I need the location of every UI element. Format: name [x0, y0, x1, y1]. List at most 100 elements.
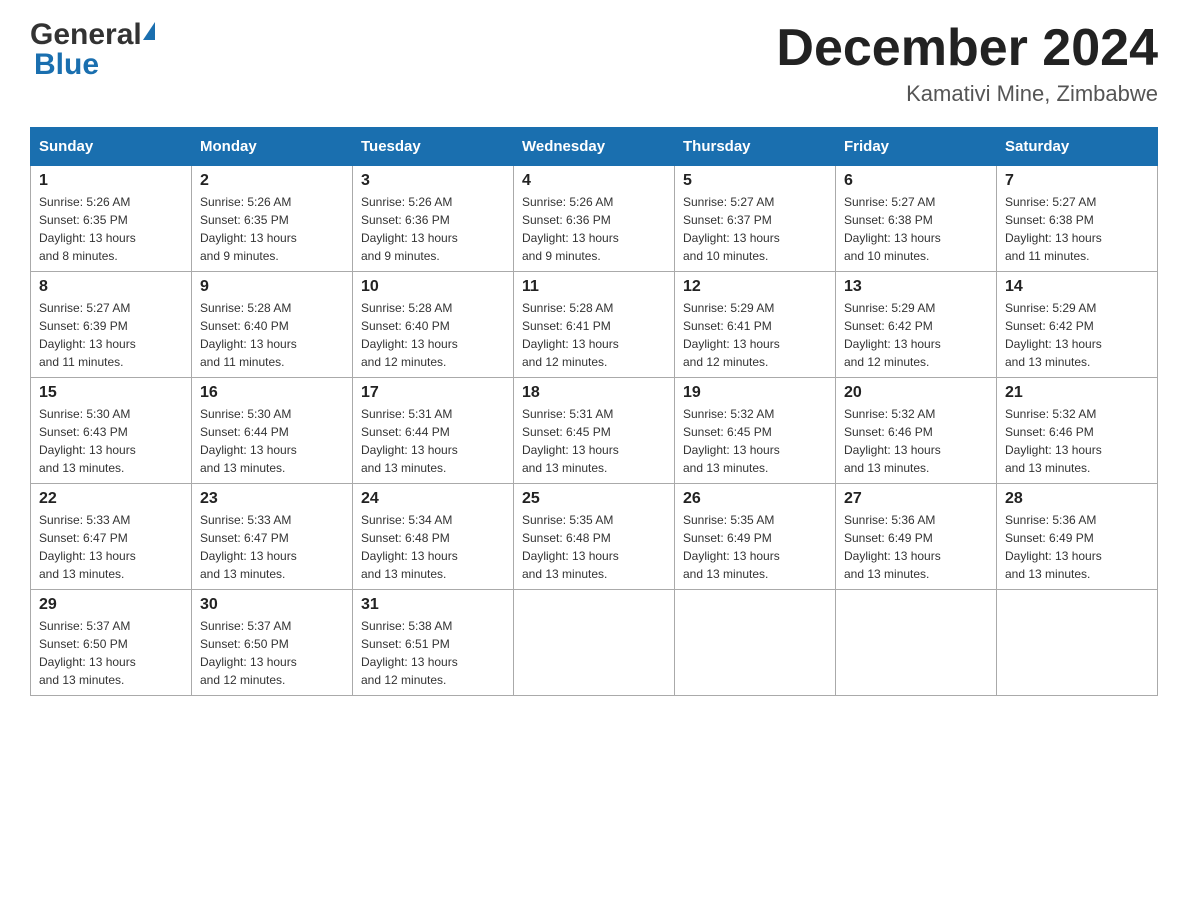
day-info: Sunrise: 5:32 AM Sunset: 6:46 PM Dayligh…: [1005, 405, 1149, 477]
day-number: 25: [522, 490, 666, 508]
calendar-cell: 22 Sunrise: 5:33 AM Sunset: 6:47 PM Dayl…: [31, 484, 192, 590]
day-number: 23: [200, 490, 344, 508]
day-number: 11: [522, 278, 666, 296]
calendar-cell: 13 Sunrise: 5:29 AM Sunset: 6:42 PM Dayl…: [836, 272, 997, 378]
day-info: Sunrise: 5:26 AM Sunset: 6:36 PM Dayligh…: [522, 193, 666, 265]
day-info: Sunrise: 5:34 AM Sunset: 6:48 PM Dayligh…: [361, 511, 505, 583]
calendar-cell: 31 Sunrise: 5:38 AM Sunset: 6:51 PM Dayl…: [353, 590, 514, 696]
calendar-cell: 18 Sunrise: 5:31 AM Sunset: 6:45 PM Dayl…: [514, 378, 675, 484]
title-block: December 2024 Kamativi Mine, Zimbabwe: [776, 20, 1158, 107]
day-number: 27: [844, 490, 988, 508]
calendar-cell: 2 Sunrise: 5:26 AM Sunset: 6:35 PM Dayli…: [192, 166, 353, 272]
day-number: 28: [1005, 490, 1149, 508]
day-info: Sunrise: 5:26 AM Sunset: 6:35 PM Dayligh…: [200, 193, 344, 265]
calendar-cell: 14 Sunrise: 5:29 AM Sunset: 6:42 PM Dayl…: [997, 272, 1158, 378]
day-number: 26: [683, 490, 827, 508]
calendar-cell: 21 Sunrise: 5:32 AM Sunset: 6:46 PM Dayl…: [997, 378, 1158, 484]
day-info: Sunrise: 5:27 AM Sunset: 6:38 PM Dayligh…: [1005, 193, 1149, 265]
day-info: Sunrise: 5:29 AM Sunset: 6:42 PM Dayligh…: [1005, 299, 1149, 371]
calendar-cell: 7 Sunrise: 5:27 AM Sunset: 6:38 PM Dayli…: [997, 166, 1158, 272]
calendar-cell: 17 Sunrise: 5:31 AM Sunset: 6:44 PM Dayl…: [353, 378, 514, 484]
day-info: Sunrise: 5:27 AM Sunset: 6:38 PM Dayligh…: [844, 193, 988, 265]
day-number: 8: [39, 278, 183, 296]
calendar-header-wednesday: Wednesday: [514, 128, 675, 166]
day-number: 1: [39, 172, 183, 190]
day-number: 15: [39, 384, 183, 402]
day-info: Sunrise: 5:31 AM Sunset: 6:44 PM Dayligh…: [361, 405, 505, 477]
day-number: 22: [39, 490, 183, 508]
calendar-week-row: 1 Sunrise: 5:26 AM Sunset: 6:35 PM Dayli…: [31, 166, 1158, 272]
day-number: 4: [522, 172, 666, 190]
calendar-cell: 8 Sunrise: 5:27 AM Sunset: 6:39 PM Dayli…: [31, 272, 192, 378]
calendar-cell: 20 Sunrise: 5:32 AM Sunset: 6:46 PM Dayl…: [836, 378, 997, 484]
logo: General Blue: [30, 20, 155, 80]
calendar-table: SundayMondayTuesdayWednesdayThursdayFrid…: [30, 127, 1158, 696]
day-info: Sunrise: 5:30 AM Sunset: 6:43 PM Dayligh…: [39, 405, 183, 477]
calendar-header-sunday: Sunday: [31, 128, 192, 166]
day-info: Sunrise: 5:33 AM Sunset: 6:47 PM Dayligh…: [39, 511, 183, 583]
day-number: 30: [200, 596, 344, 614]
day-info: Sunrise: 5:37 AM Sunset: 6:50 PM Dayligh…: [39, 617, 183, 689]
logo-blue-text: Blue: [34, 48, 99, 81]
calendar-cell: 1 Sunrise: 5:26 AM Sunset: 6:35 PM Dayli…: [31, 166, 192, 272]
month-title: December 2024: [776, 20, 1158, 77]
day-number: 31: [361, 596, 505, 614]
calendar-cell: 11 Sunrise: 5:28 AM Sunset: 6:41 PM Dayl…: [514, 272, 675, 378]
day-info: Sunrise: 5:28 AM Sunset: 6:40 PM Dayligh…: [200, 299, 344, 371]
day-info: Sunrise: 5:29 AM Sunset: 6:42 PM Dayligh…: [844, 299, 988, 371]
day-number: 19: [683, 384, 827, 402]
calendar-header-tuesday: Tuesday: [353, 128, 514, 166]
calendar-cell: 10 Sunrise: 5:28 AM Sunset: 6:40 PM Dayl…: [353, 272, 514, 378]
calendar-cell: [997, 590, 1158, 696]
calendar-cell: 3 Sunrise: 5:26 AM Sunset: 6:36 PM Dayli…: [353, 166, 514, 272]
calendar-week-row: 29 Sunrise: 5:37 AM Sunset: 6:50 PM Dayl…: [31, 590, 1158, 696]
calendar-cell: 4 Sunrise: 5:26 AM Sunset: 6:36 PM Dayli…: [514, 166, 675, 272]
day-number: 14: [1005, 278, 1149, 296]
calendar-cell: 29 Sunrise: 5:37 AM Sunset: 6:50 PM Dayl…: [31, 590, 192, 696]
day-number: 21: [1005, 384, 1149, 402]
day-info: Sunrise: 5:26 AM Sunset: 6:36 PM Dayligh…: [361, 193, 505, 265]
day-number: 13: [844, 278, 988, 296]
calendar-week-row: 15 Sunrise: 5:30 AM Sunset: 6:43 PM Dayl…: [31, 378, 1158, 484]
calendar-cell: 16 Sunrise: 5:30 AM Sunset: 6:44 PM Dayl…: [192, 378, 353, 484]
calendar-cell: [836, 590, 997, 696]
page-header: General Blue December 2024 Kamativi Mine…: [30, 20, 1158, 107]
calendar-cell: 12 Sunrise: 5:29 AM Sunset: 6:41 PM Dayl…: [675, 272, 836, 378]
calendar-cell: 6 Sunrise: 5:27 AM Sunset: 6:38 PM Dayli…: [836, 166, 997, 272]
logo-general-text: General: [30, 20, 142, 50]
calendar-cell: 24 Sunrise: 5:34 AM Sunset: 6:48 PM Dayl…: [353, 484, 514, 590]
calendar-cell: 23 Sunrise: 5:33 AM Sunset: 6:47 PM Dayl…: [192, 484, 353, 590]
calendar-cell: 26 Sunrise: 5:35 AM Sunset: 6:49 PM Dayl…: [675, 484, 836, 590]
calendar-cell: [514, 590, 675, 696]
day-number: 12: [683, 278, 827, 296]
calendar-cell: 30 Sunrise: 5:37 AM Sunset: 6:50 PM Dayl…: [192, 590, 353, 696]
day-number: 20: [844, 384, 988, 402]
day-number: 10: [361, 278, 505, 296]
day-info: Sunrise: 5:28 AM Sunset: 6:40 PM Dayligh…: [361, 299, 505, 371]
day-info: Sunrise: 5:35 AM Sunset: 6:48 PM Dayligh…: [522, 511, 666, 583]
calendar-cell: [675, 590, 836, 696]
calendar-cell: 9 Sunrise: 5:28 AM Sunset: 6:40 PM Dayli…: [192, 272, 353, 378]
day-info: Sunrise: 5:28 AM Sunset: 6:41 PM Dayligh…: [522, 299, 666, 371]
calendar-header-row: SundayMondayTuesdayWednesdayThursdayFrid…: [31, 128, 1158, 166]
day-number: 18: [522, 384, 666, 402]
day-info: Sunrise: 5:37 AM Sunset: 6:50 PM Dayligh…: [200, 617, 344, 689]
calendar-week-row: 8 Sunrise: 5:27 AM Sunset: 6:39 PM Dayli…: [31, 272, 1158, 378]
day-number: 3: [361, 172, 505, 190]
logo-arrow-icon: [143, 22, 155, 40]
day-info: Sunrise: 5:29 AM Sunset: 6:41 PM Dayligh…: [683, 299, 827, 371]
day-info: Sunrise: 5:30 AM Sunset: 6:44 PM Dayligh…: [200, 405, 344, 477]
day-info: Sunrise: 5:32 AM Sunset: 6:45 PM Dayligh…: [683, 405, 827, 477]
day-info: Sunrise: 5:35 AM Sunset: 6:49 PM Dayligh…: [683, 511, 827, 583]
calendar-cell: 5 Sunrise: 5:27 AM Sunset: 6:37 PM Dayli…: [675, 166, 836, 272]
day-info: Sunrise: 5:38 AM Sunset: 6:51 PM Dayligh…: [361, 617, 505, 689]
calendar-header-friday: Friday: [836, 128, 997, 166]
calendar-header-saturday: Saturday: [997, 128, 1158, 166]
day-info: Sunrise: 5:27 AM Sunset: 6:37 PM Dayligh…: [683, 193, 827, 265]
day-number: 16: [200, 384, 344, 402]
calendar-cell: 25 Sunrise: 5:35 AM Sunset: 6:48 PM Dayl…: [514, 484, 675, 590]
day-info: Sunrise: 5:36 AM Sunset: 6:49 PM Dayligh…: [1005, 511, 1149, 583]
day-info: Sunrise: 5:36 AM Sunset: 6:49 PM Dayligh…: [844, 511, 988, 583]
calendar-header-thursday: Thursday: [675, 128, 836, 166]
day-number: 9: [200, 278, 344, 296]
